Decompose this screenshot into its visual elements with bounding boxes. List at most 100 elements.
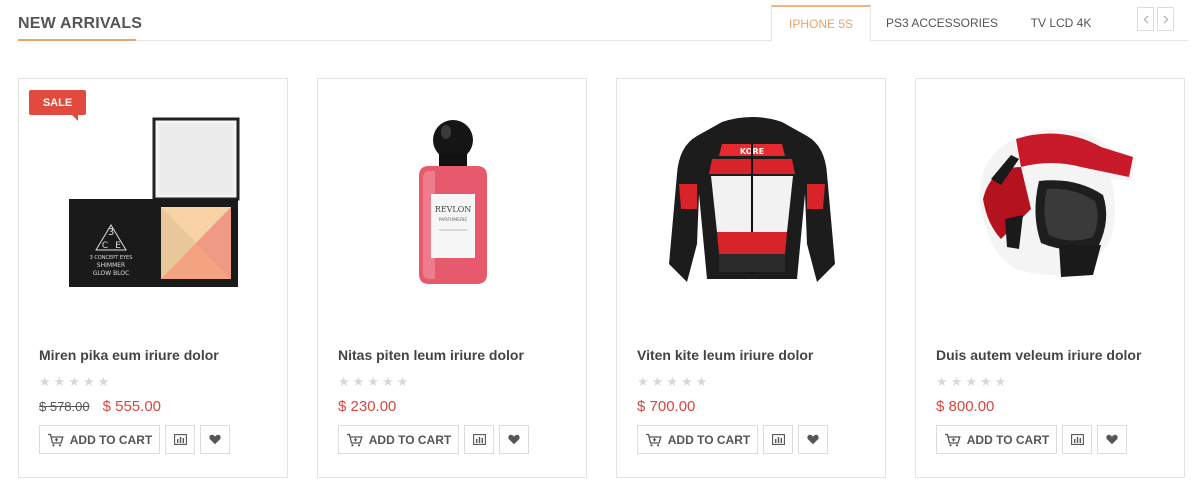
star-icon: ★	[82, 374, 95, 389]
old-price: $ 578.00	[39, 399, 90, 414]
palette-text-3: 3	[107, 227, 113, 238]
wishlist-button[interactable]	[1097, 425, 1127, 454]
wishlist-button[interactable]	[499, 425, 529, 454]
star-rating: ★ ★ ★ ★ ★	[39, 375, 109, 388]
product-card[interactable]: KORE Viten kite leum iriure dolor ★ ★ ★ …	[616, 78, 886, 478]
title-underline	[18, 39, 136, 41]
star-icon: ★	[979, 374, 992, 389]
heart-icon	[1106, 434, 1118, 445]
star-icon: ★	[695, 374, 708, 389]
add-to-cart-label: ADD TO CART	[966, 432, 1050, 447]
nail-polish-image: REVLON PARFUMERIE	[419, 120, 487, 284]
bottle-brand: REVLON	[435, 205, 472, 214]
star-icon: ★	[666, 374, 678, 389]
star-icon: ★	[965, 374, 977, 389]
chevron-right-icon	[1163, 15, 1168, 23]
add-to-cart-label: ADD TO CART	[667, 432, 751, 447]
current-price: $ 800.00	[936, 398, 995, 415]
current-price: $ 700.00	[637, 398, 696, 415]
compare-icon	[771, 434, 785, 445]
add-to-cart-button[interactable]: ADD TO CART	[39, 425, 160, 454]
chevron-left-icon	[1143, 15, 1148, 23]
motocross-helmet-image	[980, 129, 1137, 277]
section-title: NEW ARRIVALS	[18, 15, 143, 32]
product-name[interactable]: Miren pika eum iriure dolor	[39, 347, 219, 363]
cart-icon	[944, 433, 961, 446]
compare-button[interactable]	[464, 425, 494, 454]
add-to-cart-button[interactable]: ADD TO CART	[637, 425, 758, 454]
next-button[interactable]	[1157, 7, 1174, 31]
eyeshadow-palette-image: 3 C E 3 CONCEPT EYES SHIMMER GLOW BLOC	[68, 117, 239, 287]
star-icon: ★	[352, 374, 365, 389]
wishlist-button[interactable]	[798, 425, 828, 454]
star-icon: ★	[39, 374, 51, 389]
compare-icon	[472, 434, 486, 445]
product-card[interactable]: REVLON PARFUMERIE Nitas piten leum iriur…	[317, 78, 587, 478]
star-icon: ★	[97, 374, 110, 389]
compare-button[interactable]	[165, 425, 195, 454]
category-tabs: IPHONE 5S PS3 ACCESSORIES TV LCD 4K	[771, 5, 1109, 42]
palette-line-2: GLOW BLOC	[92, 270, 129, 277]
star-icon: ★	[936, 374, 948, 389]
price-group: $ 230.00	[338, 398, 396, 415]
prev-button[interactable]	[1137, 7, 1154, 31]
star-icon: ★	[367, 374, 379, 389]
product-actions: ADD TO CART	[39, 425, 230, 454]
add-to-cart-button[interactable]: ADD TO CART	[936, 425, 1057, 454]
heart-icon	[209, 434, 221, 445]
cart-icon	[47, 433, 64, 446]
product-image-motocross-helmet[interactable]	[936, 99, 1166, 309]
wishlist-button[interactable]	[200, 425, 230, 454]
palette-brand: 3 CONCEPT EYES	[89, 255, 132, 261]
product-image-motorcycle-jacket[interactable]: KORE	[637, 99, 867, 309]
product-image-nail-polish[interactable]: REVLON PARFUMERIE	[338, 99, 568, 309]
price-group: $ 700.00	[637, 398, 695, 415]
product-image-eyeshadow-palette[interactable]: 3 C E 3 CONCEPT EYES SHIMMER GLOW BLOC	[39, 99, 269, 309]
heart-icon	[807, 434, 819, 445]
product-name[interactable]: Duis autem veleum iriure dolor	[936, 347, 1141, 363]
star-icon: ★	[950, 374, 963, 389]
tab-iphone-5s[interactable]: IPHONE 5S	[771, 5, 871, 42]
star-icon: ★	[651, 374, 664, 389]
add-to-cart-label: ADD TO CART	[368, 432, 452, 447]
compare-icon	[1070, 434, 1084, 445]
heart-icon	[508, 434, 520, 445]
product-card[interactable]: SALE 3 C E 3 CONCEPT EYES SHIMMER GLOW B…	[18, 78, 288, 478]
product-card[interactable]: Duis autem veleum iriure dolor ★ ★ ★ ★ ★…	[915, 78, 1185, 478]
product-actions: ADD TO CART	[936, 425, 1127, 454]
tab-ps3-accessories[interactable]: PS3 ACCESSORIES	[871, 5, 1013, 41]
palette-text-c: C	[101, 241, 107, 251]
palette-line-1: SHIMMER	[96, 262, 124, 269]
star-rating: ★ ★ ★ ★ ★	[637, 375, 707, 388]
product-actions: ADD TO CART	[338, 425, 529, 454]
current-price: $ 230.00	[338, 398, 397, 415]
star-icon: ★	[637, 374, 649, 389]
product-actions: ADD TO CART	[637, 425, 828, 454]
star-icon: ★	[53, 374, 66, 389]
cart-icon	[346, 433, 363, 446]
bottle-subtitle: PARFUMERIE	[439, 217, 468, 223]
star-icon: ★	[396, 374, 409, 389]
star-rating: ★ ★ ★ ★ ★	[338, 375, 408, 388]
compare-button[interactable]	[1062, 425, 1092, 454]
star-icon: ★	[680, 374, 693, 389]
compare-icon	[173, 434, 187, 445]
add-to-cart-button[interactable]: ADD TO CART	[338, 425, 459, 454]
price-group: $ 578.00 $ 555.00	[39, 398, 161, 415]
current-price: $ 555.00	[102, 398, 161, 415]
star-icon: ★	[338, 374, 350, 389]
motorcycle-jacket-image: KORE	[669, 117, 835, 282]
star-icon: ★	[994, 374, 1007, 389]
palette-text-e: E	[115, 241, 121, 251]
tab-tv-lcd-4k[interactable]: TV LCD 4K	[1013, 5, 1109, 41]
star-icon: ★	[68, 374, 80, 389]
carousel-nav	[1137, 7, 1174, 31]
star-icon: ★	[381, 374, 394, 389]
compare-button[interactable]	[763, 425, 793, 454]
cart-icon	[645, 433, 662, 446]
star-rating: ★ ★ ★ ★ ★	[936, 375, 1006, 388]
product-name[interactable]: Nitas piten leum iriure dolor	[338, 347, 524, 363]
product-name[interactable]: Viten kite leum iriure dolor	[637, 347, 813, 363]
add-to-cart-label: ADD TO CART	[69, 432, 153, 447]
price-group: $ 800.00	[936, 398, 994, 415]
